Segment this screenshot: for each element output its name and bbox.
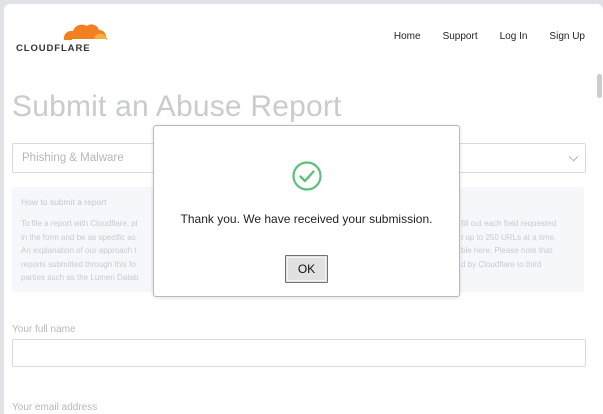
top-nav: Home Support Log In Sign Up: [372, 31, 585, 42]
chevron-down-icon: [568, 151, 579, 162]
instructions-line: An explanation of our approach t: [21, 246, 137, 255]
full-name-label: Your full name: [12, 324, 76, 335]
instructions-line: To file a report with Cloudflare, pl: [21, 219, 138, 228]
scrollbar-thumb[interactable]: [597, 74, 602, 98]
instructions-line: fill out each field requested: [461, 219, 557, 228]
ok-button-label: OK: [297, 262, 316, 276]
email-label: Your email address: [12, 402, 98, 413]
scrollbar[interactable]: [595, 4, 603, 414]
nav-login-link[interactable]: Log In: [500, 31, 528, 42]
brand-wordmark: CLOUDFLARE: [16, 43, 91, 54]
submission-dialog: Thank you. We have received your submiss…: [153, 125, 460, 297]
nav-home-link[interactable]: Home: [394, 31, 421, 42]
instructions-line: reports submitted through this fo: [21, 259, 136, 269]
instructions-line: ble here. Please note that: [461, 246, 553, 255]
browser-page: CLOUDFLARE Home Support Log In Sign Up S…: [4, 4, 603, 414]
instructions-heading: How to submit a report: [21, 197, 107, 207]
page-title: Submit an Abuse Report: [12, 90, 342, 123]
nav-signup-link[interactable]: Sign Up: [549, 31, 585, 42]
instructions-line: in the form and be as specific as: [21, 232, 136, 242]
instructions-text-left: To file a report with Cloudflare, pl in …: [21, 217, 151, 285]
check-circle-icon: [292, 161, 322, 191]
instructions-line: d by Cloudflare to third: [461, 259, 542, 269]
full-name-input[interactable]: [12, 339, 586, 367]
nav-support-link[interactable]: Support: [443, 31, 478, 42]
instructions-line: t up to 250 URLs at a time.: [461, 232, 557, 242]
instructions-text-right: fill out each field requested t up to 25…: [461, 217, 581, 271]
report-type-value: Phishing & Malware: [22, 152, 124, 164]
cloudflare-logo[interactable]: CLOUDFLARE: [16, 20, 116, 60]
instructions-line: parties such as the Lumen Datab: [21, 273, 139, 282]
dialog-message: Thank you. We have received your submiss…: [180, 212, 433, 226]
ok-button[interactable]: OK: [285, 255, 328, 283]
